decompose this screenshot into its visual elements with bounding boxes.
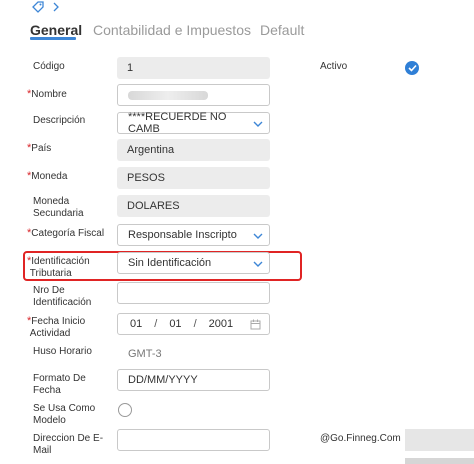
huso-horario-label: Huso Horario xyxy=(33,346,92,357)
categoria-fiscal-select[interactable]: Responsable Inscripto xyxy=(117,224,270,246)
codigo-value: 1 xyxy=(127,62,134,74)
fecha-inicio-input[interactable]: 01 / 01 / 2001 xyxy=(117,313,270,335)
descripcion-value: ****RECUERDE NO CAMB xyxy=(128,111,227,135)
descripcion-label: Descripción xyxy=(33,115,86,126)
checkmark-icon xyxy=(407,64,417,72)
huso-horario-value: GMT-3 xyxy=(128,348,162,360)
codigo-field: 1 xyxy=(117,57,270,79)
identificacion-tributaria-value: Sin Identificación xyxy=(128,257,212,269)
active-tab-indicator xyxy=(30,37,76,40)
usa-como-modelo-label: Se Usa Como Modelo xyxy=(33,403,96,426)
tab-bar: General Contabilidad e Impuestos Default xyxy=(0,14,474,44)
identificacion-tributaria-select[interactable]: Sin Identificación xyxy=(117,252,270,274)
nombre-field[interactable] xyxy=(117,84,270,106)
activo-label: Activo xyxy=(320,61,348,72)
nombre-label: *Nombre xyxy=(27,88,67,100)
moneda-secundaria-value: DOLARES xyxy=(127,200,180,212)
fecha-inicio-label: *Fecha Inicio Actividad xyxy=(27,315,86,339)
redacted-value xyxy=(128,90,208,100)
bottom-gray-box xyxy=(405,458,474,464)
moneda-secundaria-field: DOLARES xyxy=(117,195,270,217)
pais-value: Argentina xyxy=(127,144,175,156)
activo-checkbox[interactable] xyxy=(405,61,419,75)
fecha-day[interactable]: 01 xyxy=(130,318,142,330)
categoria-fiscal-value: Responsable Inscripto xyxy=(128,229,237,241)
nro-identificacion-label: Nro De Identificación xyxy=(33,285,92,308)
email-domain-label: @Go.Finneg.Com xyxy=(320,433,401,444)
tab-general[interactable]: General xyxy=(30,22,82,38)
calendar-icon[interactable] xyxy=(250,319,261,330)
codigo-label: Código xyxy=(33,61,65,72)
fecha-year[interactable]: 2001 xyxy=(209,318,233,330)
formato-fecha-input[interactable]: DD/MM/YYYY xyxy=(117,369,270,391)
moneda-label: *Moneda xyxy=(27,170,68,182)
descripcion-select[interactable]: ****RECUERDE NO CAMB xyxy=(117,111,270,135)
nro-identificacion-input[interactable] xyxy=(117,282,270,304)
tab-default[interactable]: Default xyxy=(260,22,304,38)
email-domain-field[interactable] xyxy=(405,429,474,451)
tab-contabilidad-impuestos[interactable]: Contabilidad e Impuestos xyxy=(93,22,251,38)
formato-fecha-label: Formato De Fecha xyxy=(33,373,86,396)
chevron-down-icon xyxy=(253,233,263,239)
moneda-value: PESOS xyxy=(127,172,165,184)
email-label: Direccion De E- Mail xyxy=(33,433,104,456)
chevron-down-icon xyxy=(253,121,263,127)
email-input[interactable] xyxy=(117,429,270,451)
moneda-field: PESOS xyxy=(117,167,270,189)
usa-como-modelo-toggle[interactable] xyxy=(118,403,132,417)
chevron-down-icon xyxy=(253,261,263,267)
moneda-secundaria-label: Moneda Secundaria xyxy=(33,196,84,219)
formato-fecha-value: DD/MM/YYYY xyxy=(128,374,198,386)
categoria-fiscal-label: *Categoría Fiscal xyxy=(27,227,105,239)
pais-label: *País xyxy=(27,142,52,154)
fecha-month[interactable]: 01 xyxy=(169,318,181,330)
identificacion-tributaria-label: *Identificación Tributaria xyxy=(27,255,90,279)
pais-field: Argentina xyxy=(117,139,270,161)
